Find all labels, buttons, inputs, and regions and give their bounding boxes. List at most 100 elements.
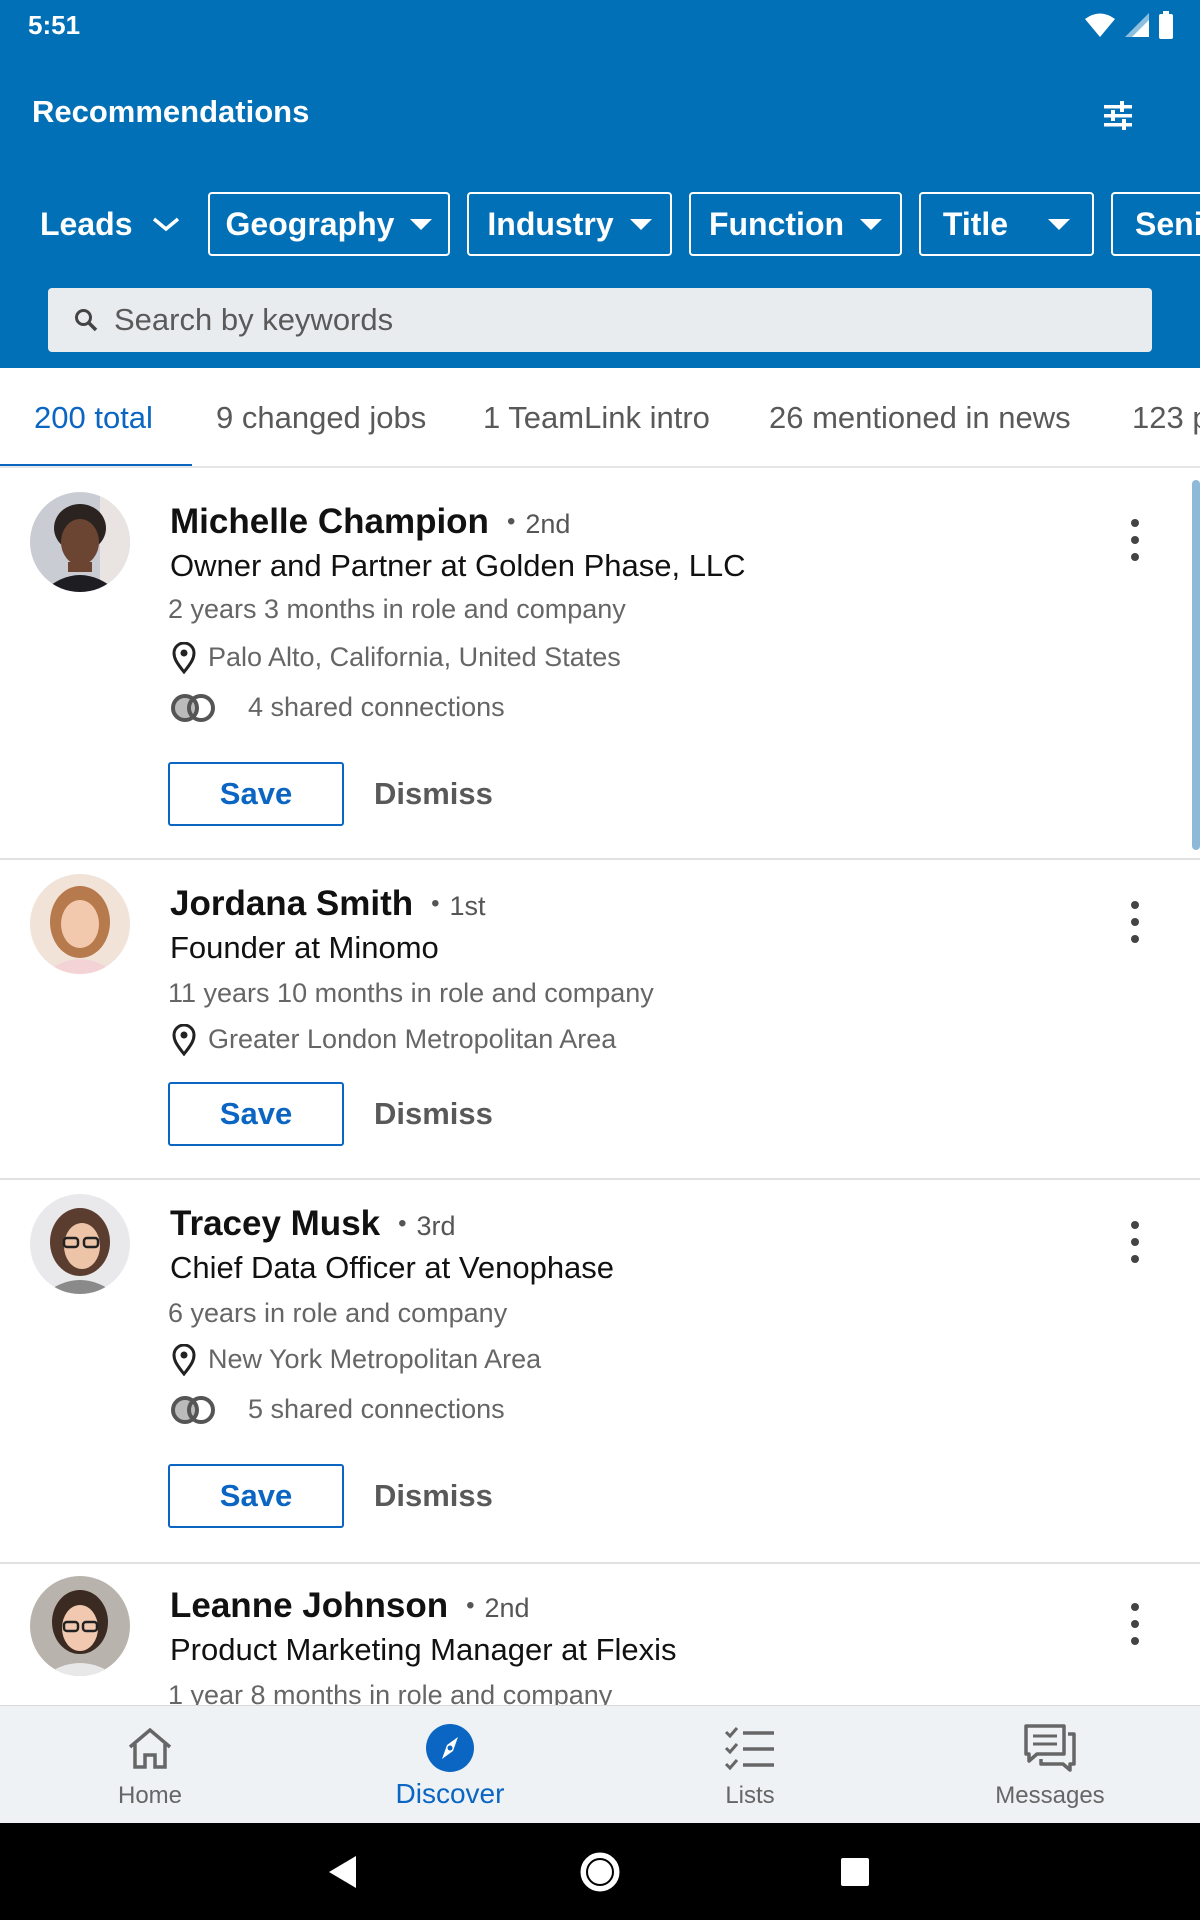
- connection-degree: 1st: [449, 891, 486, 921]
- status-icons: [1084, 10, 1174, 40]
- title-row: Recommendations: [0, 80, 1200, 150]
- avatar[interactable]: [30, 1576, 130, 1676]
- status-bar: 5:51: [0, 0, 1200, 50]
- shared-connections-icon: [171, 1396, 215, 1424]
- cell-signal-icon: [1125, 13, 1149, 37]
- messages-icon: [1023, 1720, 1077, 1776]
- app-header: 5:51 Recommendations Leads Geography Ind…: [0, 0, 1200, 368]
- lead-card[interactable]: Jordana Smith • 1st Founder at Minomo 11…: [0, 862, 1200, 1180]
- avatar[interactable]: [30, 492, 130, 592]
- caret-down-icon: [860, 218, 883, 230]
- bottom-navigation: Home Discover Lists Messages: [0, 1705, 1200, 1823]
- avatar[interactable]: [30, 874, 130, 974]
- location-pin-icon: [172, 1024, 196, 1056]
- lead-headline: Product Marketing Manager at Flexis: [170, 1632, 677, 1667]
- filter-function[interactable]: Function: [689, 192, 902, 256]
- more-options-icon[interactable]: [1110, 892, 1160, 952]
- page-title: Recommendations: [32, 94, 310, 129]
- tab-label: 123 p: [1132, 400, 1200, 435]
- tab-label: 200 total: [34, 400, 153, 435]
- filter-label: Title: [942, 205, 1009, 242]
- lead-card[interactable]: Tracey Musk • 3rd Chief Data Officer at …: [0, 1182, 1200, 1564]
- nav-label: Home: [117, 1782, 183, 1809]
- location-pin-icon: [172, 642, 196, 674]
- nav-label: Lists: [725, 1782, 775, 1809]
- scrollbar[interactable]: [1192, 480, 1200, 850]
- more-options-icon[interactable]: [1110, 1594, 1160, 1654]
- nav-discover[interactable]: Discover: [380, 1706, 520, 1824]
- tab-changed-jobs[interactable]: 9 changed jobs: [216, 368, 427, 466]
- location-pin-icon: [172, 1344, 196, 1376]
- separator-dot: •: [398, 1210, 407, 1237]
- shared-connections[interactable]: 5 shared connections: [248, 1394, 505, 1425]
- filter-label: Function: [708, 205, 845, 242]
- more-options-icon[interactable]: [1110, 1212, 1160, 1272]
- shared-connections[interactable]: 4 shared connections: [248, 692, 505, 723]
- lead-location: Greater London Metropolitan Area: [208, 1024, 617, 1054]
- lead-tenure: 2 years 3 months in role and company: [168, 594, 626, 624]
- lead-list: Michelle Champion • 2nd Owner and Partne…: [0, 470, 1200, 1705]
- tab-more[interactable]: 123 p: [1132, 368, 1200, 466]
- nav-messages[interactable]: Messages: [980, 1706, 1120, 1824]
- separator-dot: •: [506, 508, 516, 535]
- connection-degree: 2nd: [484, 1593, 530, 1623]
- lead-card[interactable]: Michelle Champion • 2nd Owner and Partne…: [0, 470, 1200, 860]
- filter-settings-button[interactable]: [1094, 92, 1142, 140]
- lead-type-select[interactable]: Leads: [40, 192, 180, 256]
- filter-seniority[interactable]: Seni: [1111, 192, 1200, 256]
- tab-mentioned-in-news[interactable]: 26 mentioned in news: [769, 368, 1071, 466]
- nav-label: Discover: [395, 1778, 505, 1809]
- lead-headline: Owner and Partner at Golden Phase, LLC: [170, 548, 746, 583]
- avatar[interactable]: [30, 1194, 130, 1294]
- lead-name[interactable]: Michelle Champion: [170, 502, 489, 542]
- filter-row: Leads Geography Industry Function Title …: [0, 192, 1200, 256]
- dismiss-button[interactable]: Dismiss: [374, 1082, 493, 1146]
- category-tabs: 200 total 9 changed jobs 1 TeamLink intr…: [0, 368, 1200, 468]
- filter-label: Geography: [225, 205, 395, 242]
- save-button[interactable]: Save: [168, 1464, 344, 1528]
- separator-dot: •: [466, 1592, 475, 1619]
- nav-label: Messages: [995, 1782, 1105, 1809]
- lead-headline: Chief Data Officer at Venophase: [170, 1250, 615, 1285]
- lead-name[interactable]: Leanne Johnson: [170, 1586, 448, 1626]
- lead-type-label: Leads: [40, 205, 133, 242]
- tab-total[interactable]: 200 total: [34, 368, 153, 466]
- name-line: Leanne Johnson • 2nd: [170, 1586, 530, 1626]
- name-line: Tracey Musk • 3rd: [170, 1204, 456, 1244]
- save-button[interactable]: Save: [168, 762, 344, 826]
- filter-label: Seni: [1135, 205, 1200, 242]
- dismiss-button[interactable]: Dismiss: [374, 1464, 493, 1528]
- lead-tenure: 11 years 10 months in role and company: [168, 978, 654, 1008]
- filter-geography[interactable]: Geography: [208, 192, 450, 256]
- active-tab-indicator: [0, 464, 192, 466]
- home-circle-icon[interactable]: [575, 1847, 625, 1897]
- caret-down-icon: [629, 218, 652, 230]
- recents-icon[interactable]: [830, 1847, 880, 1897]
- lead-card[interactable]: Leanne Johnson • 2nd Product Marketing M…: [0, 1566, 1200, 1705]
- name-line: Michelle Champion • 2nd: [170, 502, 570, 542]
- home-icon: [125, 1720, 175, 1776]
- lead-location: Palo Alto, California, United States: [208, 642, 621, 672]
- lead-name[interactable]: Tracey Musk: [170, 1204, 380, 1244]
- lead-name[interactable]: Jordana Smith: [170, 884, 413, 924]
- tab-label: 9 changed jobs: [216, 400, 427, 435]
- nav-lists[interactable]: Lists: [690, 1706, 810, 1824]
- save-button[interactable]: Save: [168, 1082, 344, 1146]
- connection-degree: 2nd: [525, 509, 571, 539]
- search-input[interactable]: [114, 302, 1014, 338]
- lead-tenure: 6 years in role and company: [168, 1298, 508, 1328]
- nav-home[interactable]: Home: [90, 1706, 210, 1824]
- status-time: 5:51: [28, 10, 81, 40]
- lead-headline: Founder at Minomo: [170, 930, 439, 965]
- more-options-icon[interactable]: [1110, 510, 1160, 570]
- system-navigation-bar: [0, 1823, 1200, 1920]
- filter-industry[interactable]: Industry: [467, 192, 672, 256]
- shared-connections-icon: [171, 694, 215, 722]
- dismiss-button[interactable]: Dismiss: [374, 762, 493, 826]
- checklist-icon: [724, 1720, 776, 1776]
- tab-teamlink-intro[interactable]: 1 TeamLink intro: [483, 368, 710, 466]
- search-box: [48, 288, 1152, 352]
- back-icon[interactable]: [318, 1847, 368, 1897]
- battery-icon: [1159, 11, 1173, 39]
- filter-title[interactable]: Title: [919, 192, 1094, 256]
